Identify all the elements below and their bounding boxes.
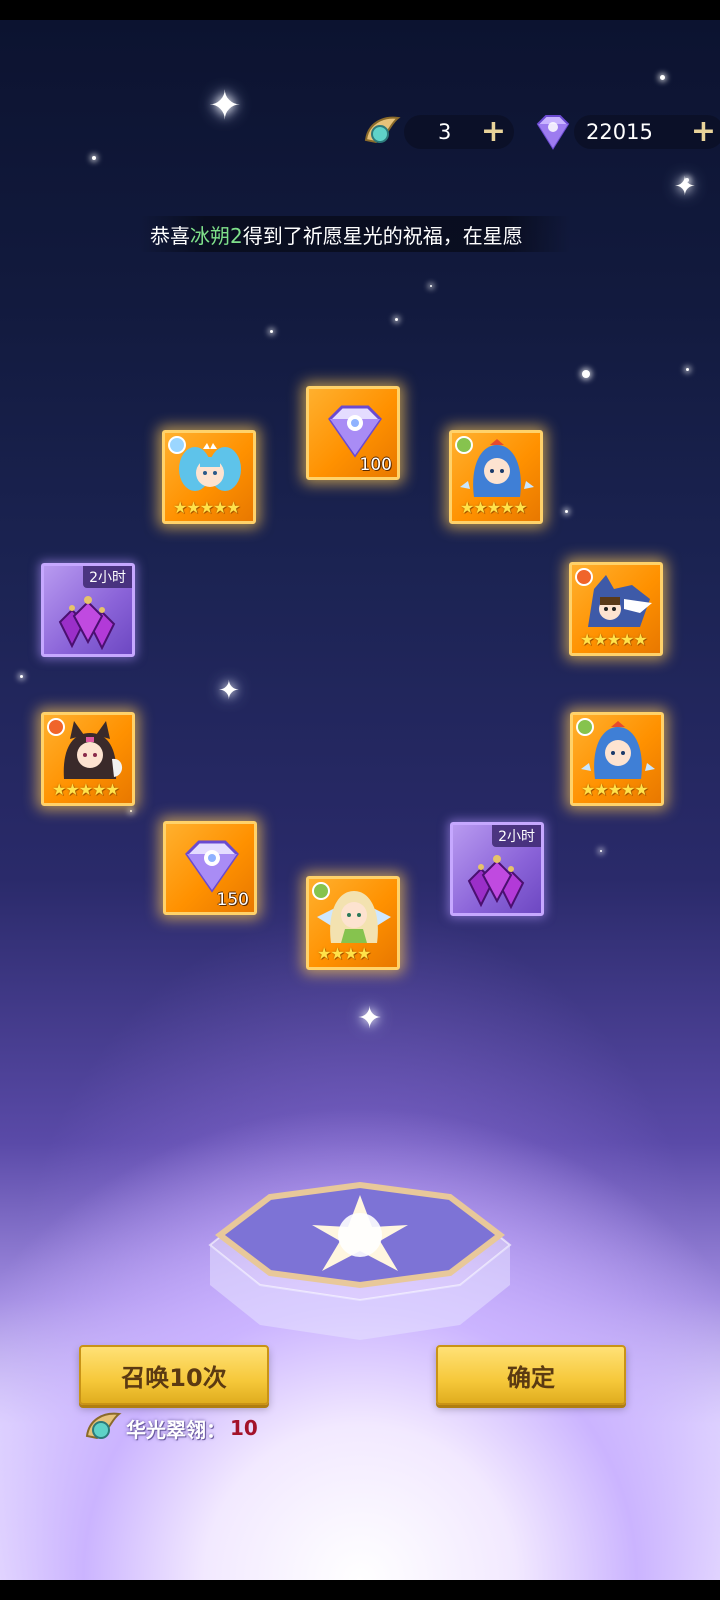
summon-result-scene: ✦ ✦ ✦ ✦ 3 + 22015 + 恭喜 冰朔2 得到了祈愿星光的祝福，在星…	[0, 20, 720, 1580]
star-rating: ★★★★★	[460, 498, 528, 517]
reward-card-hero-mermaid[interactable]: ★★★★★	[449, 430, 543, 524]
sparkle-icon: ✦	[357, 1001, 383, 1036]
status-bar	[0, 0, 720, 20]
star-rating: ★★★★★	[173, 498, 241, 517]
sparkle-icon: ✦	[674, 172, 696, 202]
duration-badge: 2小时	[83, 566, 132, 588]
notice-message: 得到了祈愿星光的祝福，在星愿	[242, 223, 523, 248]
hero-portrait-icon	[460, 439, 534, 497]
add-gem-button[interactable]: +	[691, 117, 716, 147]
notice-prefix: 恭喜	[150, 223, 190, 248]
confirm-label: 确定	[507, 1363, 555, 1392]
feather-icon	[80, 1408, 126, 1448]
reward-card-hero-mermaid[interactable]: ★★★★★	[570, 712, 664, 806]
feather-count: 3	[438, 120, 452, 144]
hero-portrait-icon	[588, 575, 652, 627]
summon-platform	[208, 1181, 512, 1340]
background-star	[600, 850, 602, 852]
reward-amount: 100	[359, 455, 392, 475]
gem-resource: 22015 +	[532, 112, 720, 152]
background-star	[565, 510, 568, 513]
background-star	[430, 285, 432, 287]
gem-icon	[328, 405, 382, 458]
add-feather-button[interactable]: +	[481, 117, 506, 147]
background-star	[686, 368, 689, 371]
reward-card-potion[interactable]: 2小时	[450, 822, 544, 916]
background-star	[92, 156, 96, 160]
reward-card-gem-100[interactable]: 100	[306, 386, 400, 480]
cost-label: 华光翠翎：	[126, 1417, 226, 1442]
hero-portrait-icon	[317, 891, 391, 943]
reward-card-gem-150[interactable]: 150	[163, 821, 257, 915]
reward-card-hero-wolf[interactable]: ★★★★★	[569, 562, 663, 656]
star-rating: ★★★★★	[580, 630, 648, 649]
background-star	[20, 675, 23, 678]
cost-value: 10	[230, 1416, 258, 1440]
star-rating: ★★★★★	[581, 780, 649, 799]
star-rating: ★★★★★	[52, 780, 120, 799]
summon-cost: 华光翠翎： 10	[80, 1408, 258, 1448]
background-star	[270, 330, 273, 333]
reward-card-hero-ice[interactable]: ★★★★★	[162, 430, 256, 524]
potion-icon	[58, 596, 116, 650]
reward-card-potion[interactable]: 2小时	[41, 563, 135, 657]
duration-badge: 2小时	[492, 825, 541, 847]
gem-icon	[185, 840, 239, 893]
reward-card-hero-elf[interactable]: ★★★★	[306, 876, 400, 970]
hero-portrait-icon	[63, 721, 123, 779]
background-star	[395, 318, 398, 321]
reward-amount: 150	[216, 890, 249, 910]
star-rating: ★★★★	[317, 944, 371, 963]
broadcast-notice: 恭喜 冰朔2 得到了祈愿星光的祝福，在星愿	[140, 216, 570, 252]
feather-resource: 3 +	[360, 112, 514, 152]
summon-10-label: 召唤10次	[121, 1363, 227, 1392]
potion-icon	[467, 855, 525, 909]
sparkle-icon: ✦	[218, 676, 240, 706]
sparkle-icon: ✦	[208, 83, 242, 129]
hero-portrait-icon	[179, 443, 241, 491]
notice-player-name: 冰朔2	[190, 223, 243, 248]
navigation-bar	[0, 1580, 720, 1600]
gem-count: 22015	[586, 120, 653, 144]
hero-portrait-icon	[581, 721, 655, 779]
confirm-button[interactable]: 确定	[436, 1345, 626, 1405]
feather-icon	[360, 112, 404, 152]
background-star	[660, 75, 665, 80]
gem-icon	[532, 112, 574, 152]
background-star	[130, 810, 132, 812]
reward-card-hero-fox[interactable]: ★★★★★	[41, 712, 135, 806]
background-star	[582, 370, 590, 378]
summon-10-button[interactable]: 召唤10次	[79, 1345, 269, 1405]
